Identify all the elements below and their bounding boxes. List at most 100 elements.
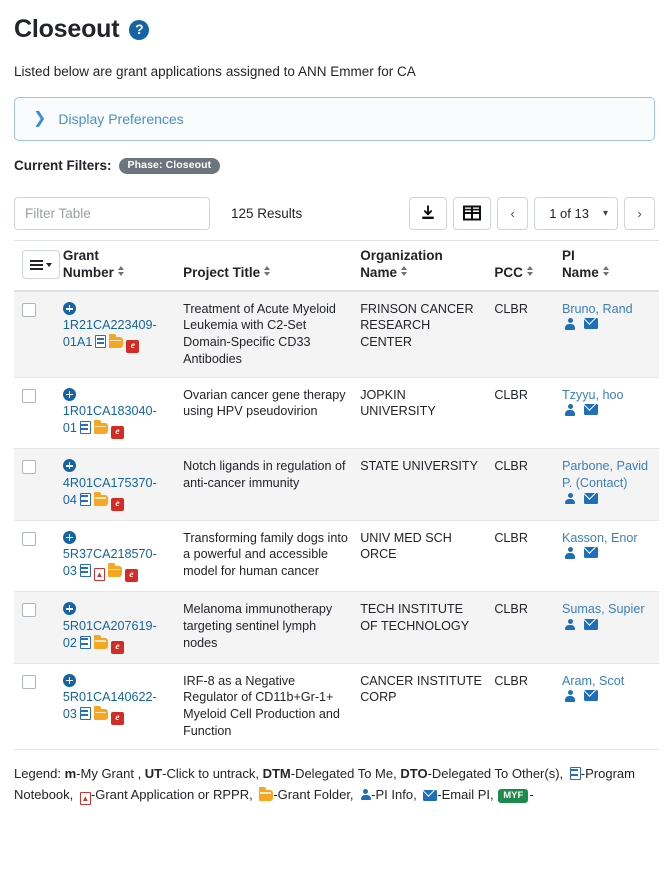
pdf-document-icon[interactable]: ▲: [93, 568, 105, 582]
program-notebook-icon[interactable]: [79, 564, 91, 578]
grant-number-link-line2[interactable]: 01: [63, 421, 77, 435]
column-header-project-title[interactable]: Project Title: [177, 239, 355, 292]
table-row[interactable]: 4R01CA175370- 04 e Notch ligands in regulat…: [14, 448, 659, 521]
grant-number-link-line2[interactable]: 01A1: [63, 335, 92, 349]
grant-number-link[interactable]: 1R21CA223409-: [63, 318, 157, 332]
column-header-line2: Project Title: [183, 264, 261, 280]
expand-row-icon[interactable]: [62, 301, 76, 315]
program-notebook-icon[interactable]: [95, 335, 107, 349]
expand-row-icon[interactable]: [62, 673, 76, 687]
table-row[interactable]: 5R01CA207619- 02 e Melanoma immunotherapy t…: [14, 591, 659, 664]
era-commons-icon[interactable]: e: [110, 497, 124, 511]
row-checkbox[interactable]: [22, 460, 36, 475]
grant-folder-icon[interactable]: [93, 634, 108, 649]
pi-info-icon[interactable]: [565, 492, 576, 505]
email-pi-icon[interactable]: [583, 318, 598, 330]
grant-number-link[interactable]: 5R37CA218570-: [63, 547, 157, 561]
grant-number-link[interactable]: 4R01CA175370-: [63, 476, 157, 490]
chevron-down-icon: ▾: [602, 207, 608, 219]
grant-number-link-line2[interactable]: 02: [63, 636, 77, 650]
email-pi-icon[interactable]: [583, 690, 598, 702]
pi-info-icon[interactable]: [565, 618, 576, 631]
grant-number-link[interactable]: 5R01CA140622-: [63, 690, 157, 704]
grant-folder-icon[interactable]: [109, 334, 124, 349]
sort-icon-organization-name[interactable]: [400, 265, 407, 276]
grant-folder-icon[interactable]: [107, 563, 122, 578]
program-notebook-icon[interactable]: [569, 766, 581, 780]
row-select-cell: [14, 377, 57, 450]
table-toolbar: 125 Results ‹ 1 of 13 ▾: [14, 196, 655, 230]
program-notebook-icon[interactable]: [79, 492, 91, 506]
grid-view-icon-button[interactable]: [453, 196, 492, 230]
row-checkbox[interactable]: [22, 531, 36, 546]
grant-folder-icon[interactable]: [93, 420, 108, 435]
pi-info-icon[interactable]: [565, 403, 576, 416]
previous-page-button[interactable]: ‹: [497, 196, 529, 230]
sort-icon-grant-number[interactable]: [117, 265, 124, 276]
legend-key: DTO: [400, 765, 428, 781]
question-mark-circle-icon[interactable]: ?: [129, 19, 150, 40]
column-header-pi-name[interactable]: PI Name: [555, 239, 659, 292]
program-notebook-icon[interactable]: [79, 707, 91, 721]
email-pi-icon[interactable]: [583, 547, 598, 559]
grants-table: Grant Number Project Title Organization …: [14, 239, 659, 750]
email-pi-icon[interactable]: [583, 404, 598, 416]
table-row[interactable]: 1R01CA183040- 01 e Ovarian cancer gene ther…: [14, 377, 659, 450]
row-checkbox[interactable]: [22, 603, 36, 618]
table-row[interactable]: 1R21CA223409- 01A1 e Treatment of Acute Mye…: [14, 290, 659, 378]
table-row[interactable]: 5R01CA140622- 03 e IRF-8 as a Negative Regu…: [14, 663, 659, 750]
column-header-organization-name[interactable]: Organization Name: [354, 239, 489, 292]
row-checkbox[interactable]: [22, 388, 36, 403]
pdf-document-icon[interactable]: ▲: [79, 791, 91, 805]
filter-table-input[interactable]: [14, 196, 210, 230]
row-checkbox[interactable]: [22, 674, 36, 689]
pi-name-link[interactable]: Aram, Scot: [562, 674, 624, 688]
expand-row-icon[interactable]: [62, 387, 76, 401]
pi-info-icon[interactable]: [360, 788, 371, 801]
display-preferences-toggle[interactable]: ❯ Display Preferences: [14, 96, 655, 141]
era-commons-icon[interactable]: e: [110, 712, 124, 726]
grant-number-link[interactable]: 5R01CA207619-: [63, 619, 157, 633]
pi-name-link[interactable]: Kasson, Enor: [562, 531, 638, 545]
sort-icon-pi-name[interactable]: [602, 265, 609, 276]
expand-row-icon[interactable]: [62, 602, 76, 616]
grant-number-link-line2[interactable]: 03: [63, 707, 77, 721]
next-page-button[interactable]: ›: [624, 196, 655, 230]
era-commons-icon[interactable]: e: [124, 569, 138, 583]
grant-folder-icon[interactable]: [93, 706, 108, 721]
page-selector[interactable]: 1 of 13 ▾: [534, 196, 618, 230]
program-notebook-icon[interactable]: [79, 421, 91, 435]
email-pi-icon[interactable]: [423, 789, 438, 801]
column-header-pcc[interactable]: PCC: [488, 239, 556, 292]
pi-info-icon[interactable]: [565, 689, 576, 702]
pi-info-icon[interactable]: [565, 317, 576, 330]
era-commons-icon[interactable]: e: [126, 340, 140, 354]
column-header-grant-number[interactable]: Grant Number: [56, 239, 178, 292]
project-title-cell: Ovarian cancer gene therapy using HPV ps…: [177, 377, 355, 450]
filter-pill-phase[interactable]: Phase: Closeout: [118, 157, 221, 174]
grant-number-link-line2[interactable]: 03: [63, 564, 77, 578]
grant-folder-icon[interactable]: [93, 491, 108, 506]
program-notebook-icon[interactable]: [79, 635, 91, 649]
era-commons-icon[interactable]: e: [110, 640, 124, 654]
era-commons-icon[interactable]: e: [110, 426, 124, 440]
grant-number-link[interactable]: 1R01CA183040-: [63, 404, 157, 418]
grant-number-link-line2[interactable]: 04: [63, 493, 77, 507]
row-checkbox[interactable]: [22, 302, 36, 317]
email-pi-icon[interactable]: [583, 492, 598, 504]
pi-name-link[interactable]: Sumas, Supier: [562, 602, 645, 616]
pi-info-icon[interactable]: [565, 546, 576, 559]
email-pi-icon[interactable]: [583, 618, 598, 630]
download-icon-button[interactable]: [409, 196, 448, 230]
pi-action-icons: [562, 317, 598, 330]
expand-row-icon[interactable]: [62, 459, 76, 473]
expand-row-icon[interactable]: [62, 530, 76, 544]
pi-name-link[interactable]: Bruno, Rand: [562, 302, 633, 316]
grant-folder-icon[interactable]: [259, 786, 274, 801]
pi-name-link[interactable]: Parbone, Pavid P. (Contact): [562, 459, 648, 490]
pi-name-link[interactable]: Tzyyu, hoo: [562, 388, 624, 402]
table-row[interactable]: 5R37CA218570- 03 ▲ e Transforming family dog…: [14, 520, 659, 593]
column-menu-button[interactable]: [22, 250, 60, 280]
sort-icon-project-title[interactable]: [264, 265, 271, 276]
sort-icon-pcc[interactable]: [526, 265, 533, 276]
